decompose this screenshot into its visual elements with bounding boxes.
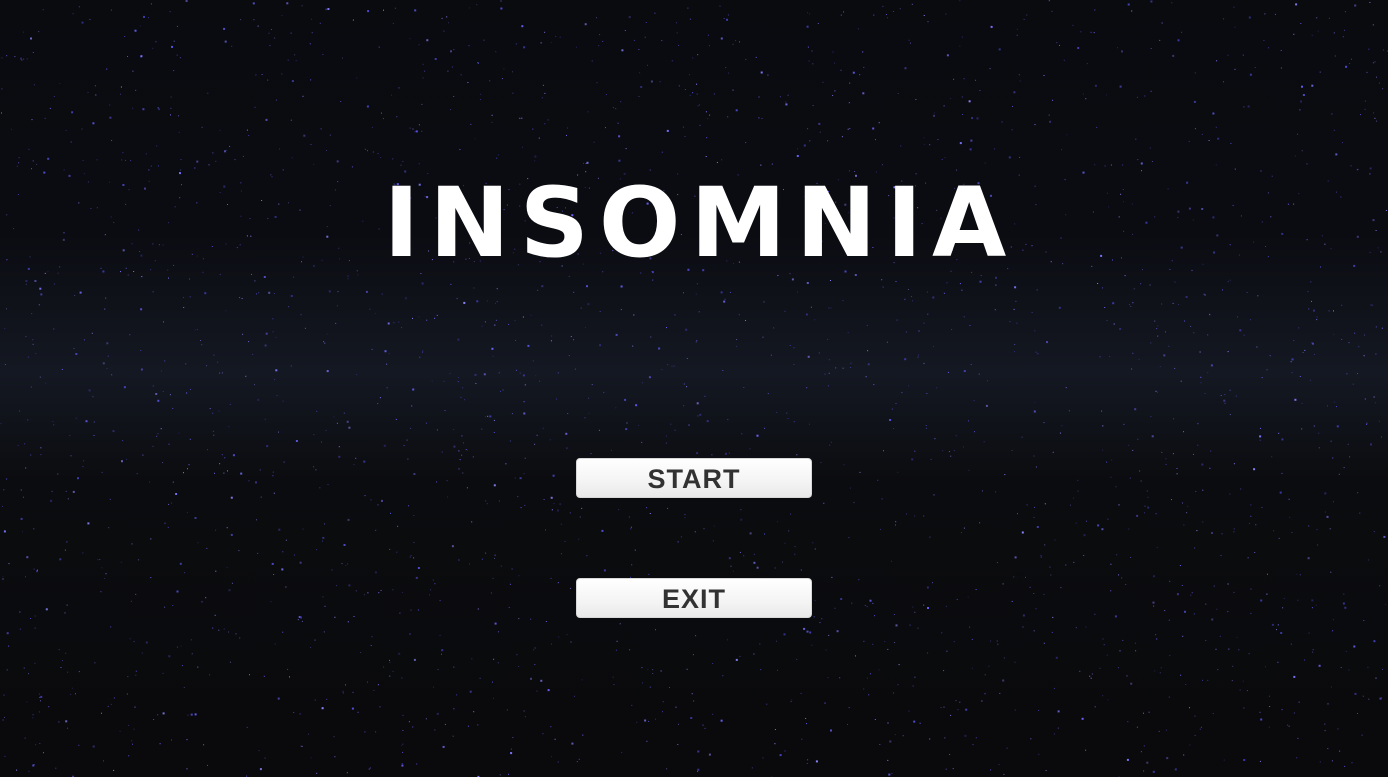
exit-button[interactable]: EXIT xyxy=(576,578,812,618)
game-title: INSOMNIA xyxy=(383,167,1017,279)
main-menu-screen: INSOMNIA START EXIT xyxy=(0,0,1388,777)
starfield-background xyxy=(0,0,1388,777)
start-button[interactable]: START xyxy=(576,458,812,498)
